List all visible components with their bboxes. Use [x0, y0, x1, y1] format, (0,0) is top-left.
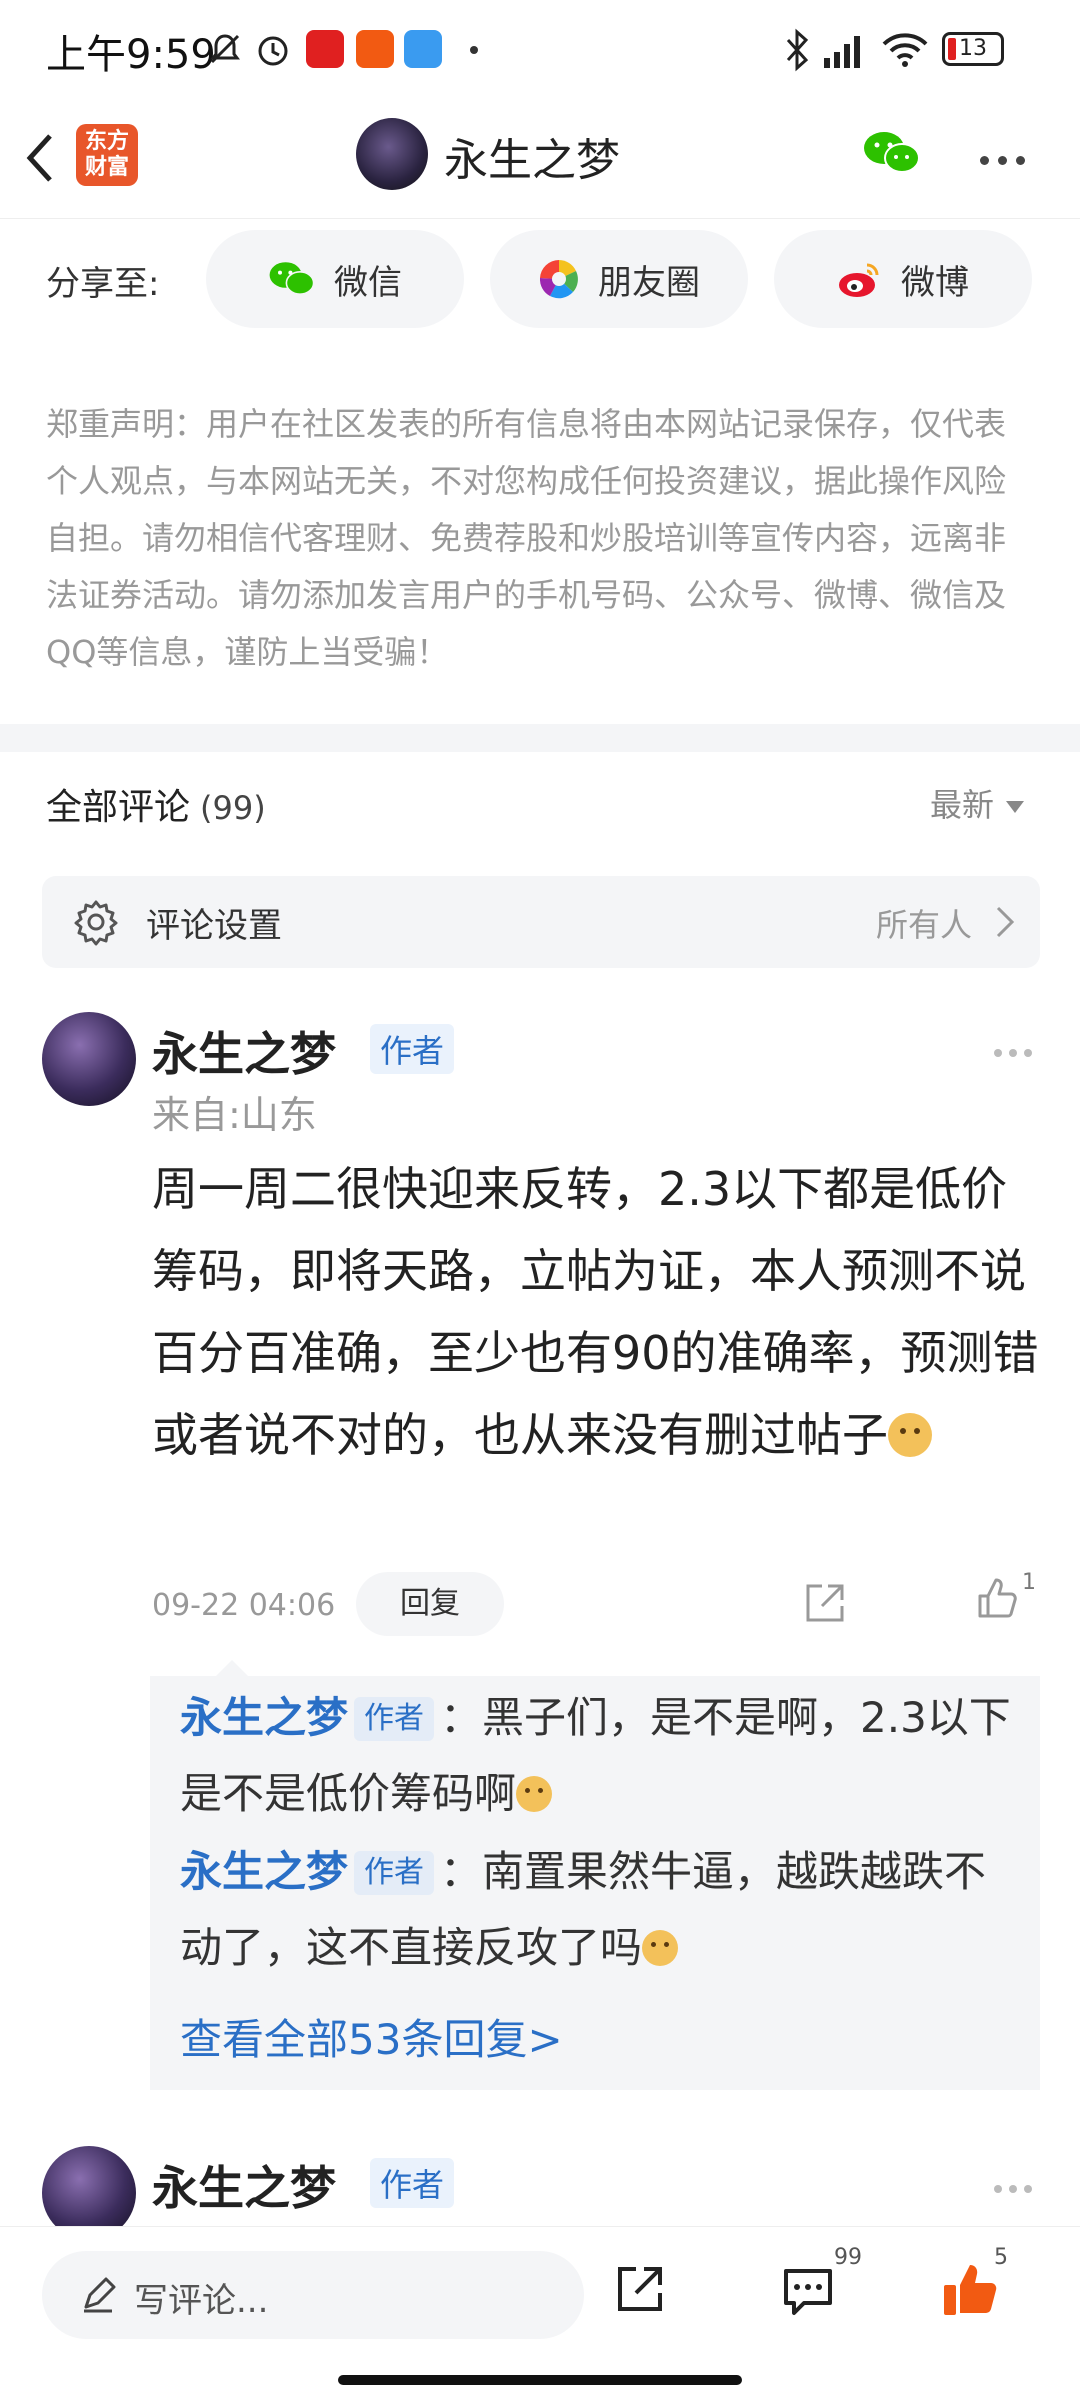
- author-badge: 作者: [354, 1851, 435, 1895]
- share-weibo-label: 微博: [901, 262, 969, 303]
- comments-heading: 全部评论 (99): [46, 778, 266, 830]
- author-badge: 作者: [354, 1697, 435, 1741]
- chevron-right-icon: [996, 906, 1015, 938]
- app-notification-icon: [356, 30, 394, 68]
- share-wechat-button[interactable]: 微信: [206, 230, 464, 328]
- doge-emoji-icon: [888, 1413, 932, 1457]
- commenter-name[interactable]: 永生之梦: [152, 2152, 336, 2218]
- bluetooth-icon: [786, 28, 809, 72]
- settings-label: 评论设置: [146, 906, 282, 946]
- comment-count-badge: 99: [834, 2245, 862, 2270]
- sort-dropdown[interactable]: 最新: [930, 780, 1025, 826]
- more-options-icon[interactable]: [980, 150, 1034, 169]
- commenter-name[interactable]: 永生之梦: [152, 1018, 336, 1084]
- top-nav: 东方 财富 永生之梦: [0, 100, 1080, 219]
- weibo-icon: [839, 263, 879, 297]
- thumbs-up-filled-icon[interactable]: [940, 2261, 1000, 2319]
- comment-settings-row[interactable]: 评论设置 所有人: [42, 876, 1040, 968]
- bell-muted-icon: [210, 34, 240, 64]
- reply-author-name[interactable]: 永生之梦: [180, 1847, 348, 1896]
- view-all-replies-link[interactable]: 查看全部53条回复>: [180, 2006, 563, 2067]
- app-notification-icon: [404, 30, 442, 68]
- battery-level: 13: [959, 36, 987, 61]
- comment-placeholder: 写评论...: [134, 2281, 269, 2321]
- disclaimer-text: 郑重声明：用户在社区发表的所有信息将由本网站记录保存，仅代表个人观点，与本网站无…: [46, 405, 1007, 671]
- more-notifications-dot: [470, 46, 478, 54]
- author-badge: 作者: [370, 1024, 455, 1074]
- moments-icon: [539, 259, 578, 299]
- reply-item: 永生之梦 作者 ：黑子们，是不是啊，2.3以下是不是低价筹码啊: [180, 1680, 1020, 1832]
- comment-more-icon[interactable]: [994, 2178, 1039, 2197]
- replies-box: 永生之梦 作者 ：黑子们，是不是啊，2.3以下是不是低价筹码啊 永生之梦 作者 ：南置果…: [150, 1660, 1040, 2090]
- signal-icon: [824, 36, 860, 68]
- wechat-icon: [269, 262, 315, 295]
- caret-down-icon: [1006, 801, 1025, 813]
- share-row: 分享至: 微信 朋友圈 微博: [0, 218, 1080, 348]
- thumbs-up-icon[interactable]: [974, 1574, 1022, 1622]
- page-title: 永生之梦: [444, 135, 620, 186]
- home-indicator[interactable]: [338, 2375, 742, 2385]
- author-badge: 作者: [370, 2158, 455, 2208]
- comment-more-icon[interactable]: [994, 1042, 1039, 1061]
- alarm-icon: [258, 36, 288, 66]
- share-icon[interactable]: [612, 2261, 668, 2317]
- reply-item: 永生之梦 作者 ：南置果然牛逼，越跌越跌不动了，这不直接反攻了吗: [180, 1834, 1020, 1986]
- share-label: 分享至:: [46, 264, 160, 304]
- share-moments-button[interactable]: 朋友圈: [490, 230, 748, 328]
- commenter-location: 来自:山东: [152, 1093, 317, 1137]
- author-avatar[interactable]: [356, 118, 428, 190]
- reply-button[interactable]: 回复: [356, 1572, 504, 1636]
- app-logo[interactable]: 东方 财富: [76, 124, 138, 186]
- app-notification-icon: [306, 30, 344, 68]
- doge-emoji-icon: [516, 1776, 553, 1812]
- like-count-badge: 5: [994, 2245, 1008, 2270]
- comment-body: 周一周二很快迎来反转，2.3以下都是低价筹码，即将天路，立帖为证，本人预测不说百…: [152, 1148, 1042, 1476]
- pencil-icon: [84, 2277, 116, 2313]
- wechat-share-icon[interactable]: [862, 128, 922, 178]
- section-divider: [0, 724, 1080, 752]
- share-wechat-label: 微信: [334, 262, 402, 303]
- share-weibo-button[interactable]: 微博: [774, 230, 1032, 328]
- write-comment-input[interactable]: 写评论...: [42, 2251, 584, 2339]
- status-bar: 上午9:59 13: [0, 0, 1080, 100]
- battery-icon: 13: [942, 32, 1004, 66]
- bottom-action-bar: 写评论... 99 5: [0, 2226, 1080, 2401]
- comments-count: (99): [200, 789, 266, 827]
- back-icon[interactable]: [20, 128, 60, 188]
- comment-share-icon[interactable]: [802, 1580, 848, 1626]
- wifi-icon: [882, 33, 928, 67]
- status-time: 上午9:59: [46, 32, 216, 78]
- comments-title: 全部评论: [46, 787, 191, 828]
- sort-label: 最新: [930, 786, 995, 824]
- commenter-avatar[interactable]: [42, 1012, 136, 1106]
- comment-like-count: 1: [1022, 1570, 1036, 1595]
- gear-icon: [74, 900, 118, 946]
- settings-value: 所有人: [875, 906, 972, 944]
- reply-author-name[interactable]: 永生之梦: [180, 1693, 348, 1742]
- doge-emoji-icon: [642, 1930, 679, 1966]
- comment-icon[interactable]: [780, 2265, 836, 2317]
- share-moments-label: 朋友圈: [598, 262, 700, 303]
- comment-timestamp: 09-22 04:06: [152, 1588, 336, 1623]
